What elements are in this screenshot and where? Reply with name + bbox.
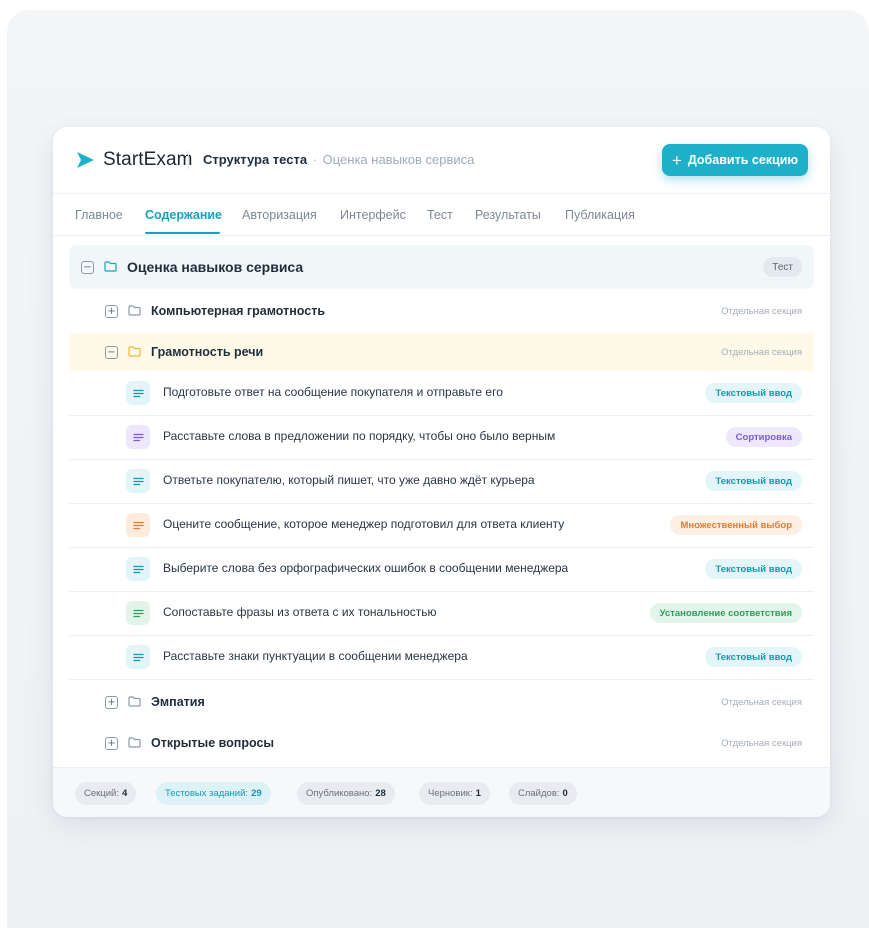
- add-section-label: Добавить секцию: [687, 153, 799, 167]
- app-logo[interactable]: StartExam: [75, 149, 193, 171]
- expand-toggle-icon[interactable]: +: [105, 737, 118, 750]
- folder-icon: [128, 696, 141, 707]
- question-text: Расставьте знаки пунктуации в сообщении …: [163, 649, 468, 663]
- stats-footer: Секций: 4 Тестовых заданий: 29 Опубликов…: [53, 767, 830, 817]
- stat-value: 4: [122, 788, 128, 799]
- stat-draft: Черновик: 1: [419, 782, 490, 805]
- tab-test[interactable]: Тест: [427, 208, 453, 222]
- question-text: Сопоставьте фразы из ответа с их тональн…: [163, 605, 437, 619]
- stat-slides: Слайдов: 0: [509, 782, 577, 805]
- question-type-badge: Текстовый ввод: [705, 647, 802, 667]
- question-row[interactable]: Подготовьте ответ на сообщение покупател…: [69, 371, 814, 416]
- section-title: Открытые вопросы: [151, 736, 275, 750]
- add-section-button[interactable]: + Добавить секцию: [662, 144, 808, 176]
- stat-test-tasks: Тестовых заданий: 29: [156, 782, 271, 805]
- tab-interface[interactable]: Интерфейс: [340, 208, 406, 222]
- text-lines-icon: [126, 469, 150, 493]
- question-type-badge: Сортировка: [725, 427, 802, 447]
- stat-label: Опубликовано:: [306, 788, 373, 799]
- section-row-expanded[interactable]: − Грамотность речи Отдельная секция: [69, 333, 814, 371]
- stat-value: 0: [562, 788, 568, 799]
- question-text: Выберите слова без орфографических ошибо…: [163, 561, 569, 575]
- breadcrumb-separator: ·: [312, 152, 318, 167]
- question-text: Ответьте покупателю, который пишет, что …: [163, 473, 535, 487]
- page-title: Структура теста: [203, 152, 308, 167]
- app-name: StartExam: [103, 149, 193, 170]
- expand-toggle-icon[interactable]: +: [105, 696, 118, 709]
- question-type-badge: Текстовый ввод: [705, 383, 802, 403]
- stat-label: Слайдов:: [518, 788, 560, 799]
- question-row[interactable]: Ответьте покупателю, который пишет, что …: [69, 459, 814, 504]
- folder-icon: [128, 737, 141, 748]
- stat-label: Тестовых заданий:: [165, 788, 249, 799]
- collapse-toggle-icon[interactable]: −: [105, 346, 118, 359]
- text-lines-icon: [126, 601, 150, 625]
- question-text: Подготовьте ответ на сообщение покупател…: [163, 385, 503, 399]
- question-row[interactable]: Выберите слова без орфографических ошибо…: [69, 547, 814, 592]
- section-row[interactable]: + Эмпатия Отдельная секция: [69, 680, 814, 724]
- question-type-badge: Установление соответствия: [649, 603, 802, 623]
- tree-root-row[interactable]: − Оценка навыков сервиса Тест: [69, 245, 814, 289]
- section-title: Грамотность речи: [151, 345, 264, 359]
- section-type-label: Отдельная секция: [721, 306, 802, 317]
- section-row[interactable]: + Компьютерная грамотность Отдельная сек…: [69, 289, 814, 333]
- tab-authorization[interactable]: Авторизация: [242, 208, 317, 222]
- plus-icon: +: [671, 150, 682, 170]
- question-row[interactable]: Расставьте знаки пунктуации в сообщении …: [69, 635, 814, 680]
- section-type-label: Отдельная секция: [721, 697, 802, 708]
- root-title: Оценка навыков сервиса: [127, 259, 304, 275]
- tab-results[interactable]: Результаты: [475, 208, 541, 222]
- tab-bar: Главное Содержание Авторизация Интерфейс…: [53, 193, 830, 236]
- text-lines-icon: [126, 381, 150, 405]
- startexam-logo-icon: [77, 152, 94, 168]
- question-type-badge: Текстовый ввод: [705, 471, 802, 491]
- stat-value: 1: [475, 788, 481, 799]
- folder-icon: [104, 261, 117, 272]
- collapse-toggle-icon[interactable]: −: [81, 261, 94, 274]
- tab-publication[interactable]: Публикация: [565, 208, 635, 222]
- expand-toggle-icon[interactable]: +: [105, 305, 118, 318]
- question-text: Расставьте слова в предложении по порядк…: [163, 429, 556, 443]
- folder-icon: [128, 305, 141, 316]
- question-type-badge: Текстовый ввод: [705, 559, 802, 579]
- test-badge: Тест: [763, 257, 802, 277]
- breadcrumb: Структура теста · Оценка навыков сервиса: [203, 152, 474, 167]
- breadcrumb-test-name[interactable]: Оценка навыков сервиса: [323, 152, 475, 167]
- text-lines-icon: [126, 557, 150, 581]
- section-title: Компьютерная грамотность: [151, 304, 326, 318]
- tab-main[interactable]: Главное: [75, 208, 123, 222]
- stat-value: 29: [251, 788, 262, 799]
- stat-value: 28: [375, 788, 386, 799]
- stat-sections: Секций: 4: [75, 782, 137, 805]
- section-type-label: Отдельная секция: [721, 347, 802, 358]
- question-text: Оцените сообщение, которое менеджер подг…: [163, 517, 565, 531]
- section-type-label: Отдельная секция: [721, 738, 802, 749]
- question-type-badge: Множественный выбор: [670, 515, 802, 535]
- active-tab-indicator: [145, 232, 220, 234]
- stat-published: Опубликовано: 28: [297, 782, 395, 805]
- section-row[interactable]: + Открытые вопросы Отдельная секция: [69, 721, 814, 765]
- stat-label: Секций:: [84, 788, 119, 799]
- question-row[interactable]: Оцените сообщение, которое менеджер подг…: [69, 503, 814, 548]
- tab-content[interactable]: Содержание: [145, 208, 222, 222]
- text-lines-icon: [126, 513, 150, 537]
- text-lines-icon: [126, 425, 150, 449]
- test-structure-window: StartExam Структура теста · Оценка навык…: [53, 127, 830, 817]
- text-lines-icon: [126, 645, 150, 669]
- header-divider: [188, 150, 189, 170]
- folder-open-icon: [128, 346, 141, 357]
- stat-label: Черновик:: [428, 788, 473, 799]
- header: StartExam Структура теста · Оценка навык…: [53, 127, 830, 194]
- section-title: Эмпатия: [151, 695, 205, 709]
- question-row[interactable]: Сопоставьте фразы из ответа с их тональн…: [69, 591, 814, 636]
- question-row[interactable]: Расставьте слова в предложении по порядк…: [69, 415, 814, 460]
